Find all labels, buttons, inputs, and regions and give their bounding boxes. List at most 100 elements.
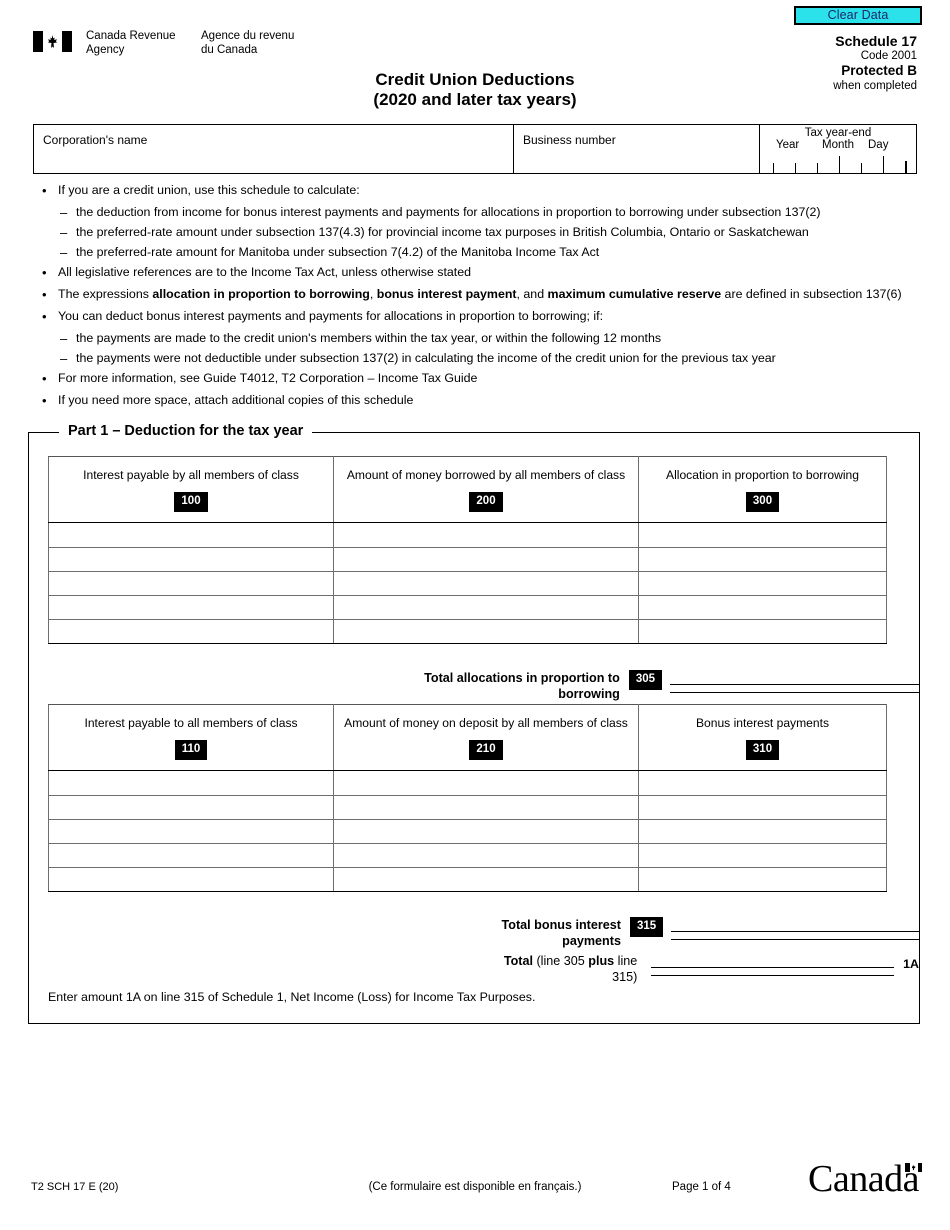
bonus-interest-table-body xyxy=(48,770,887,892)
instruction-subitem: – the payments were not deductible under … xyxy=(60,351,922,366)
grand-total-input[interactable] xyxy=(651,967,895,976)
table-cell-input[interactable] xyxy=(333,867,639,892)
table-cell-input[interactable] xyxy=(48,867,334,892)
instruction-subitem: – the payments are made to the credit uni… xyxy=(60,331,922,346)
grand-total-line: Total (line 305 plus line 315) 1A xyxy=(481,953,919,985)
instruction-text: the payments were not deductible under s… xyxy=(76,351,776,365)
table-cell-input[interactable] xyxy=(333,770,639,796)
table-cell-input[interactable] xyxy=(333,595,639,620)
table-cell-input[interactable] xyxy=(333,843,639,868)
table-cell-input[interactable] xyxy=(638,619,887,644)
column-label: Interest payable to all members of class xyxy=(84,715,298,730)
schedule-number: Schedule 17 xyxy=(835,33,917,49)
title-line-1: Credit Union Deductions xyxy=(375,70,575,89)
table-cell-input[interactable] xyxy=(48,571,334,596)
footer-page-number: Page 1 of 4 xyxy=(672,1181,731,1193)
table-row xyxy=(48,522,887,548)
table-row xyxy=(48,547,887,572)
field-code-badge: 100 xyxy=(174,491,208,512)
column-label: Amount of money borrowed by all members … xyxy=(346,467,626,482)
table-cell-input[interactable] xyxy=(638,843,887,868)
date-tick xyxy=(795,163,796,173)
table-cell-input[interactable] xyxy=(333,819,639,844)
table-cell-input[interactable] xyxy=(638,571,887,596)
part-1-legend: Part 1 – Deduction for the tax year xyxy=(59,422,313,440)
table-cell-input[interactable] xyxy=(638,770,887,796)
bullet-marker-icon: • xyxy=(42,183,47,198)
title-line-2: (2020 and later tax years) xyxy=(373,90,577,109)
dash-marker-icon: – xyxy=(60,205,68,220)
instruction-subitem: – the preferred-rate amount under subsect… xyxy=(60,225,922,240)
dash-marker-icon: – xyxy=(60,351,68,366)
instruction-text: The expressions allocation in proportion… xyxy=(58,287,902,301)
grand-total-rest: (line 305 xyxy=(532,954,589,968)
dash-marker-icon: – xyxy=(60,225,68,240)
instructions-list: • If you are a credit union, use this sch… xyxy=(42,183,922,415)
table-row xyxy=(48,795,887,820)
field-code-badge: 310 xyxy=(745,739,780,760)
column-header-200: Amount of money borrowed by all members … xyxy=(333,456,639,523)
field-code-badge: 210 xyxy=(469,739,503,760)
instruction-item: • For more information, see Guide T4012, … xyxy=(42,371,922,386)
column-label: Bonus interest payments xyxy=(695,715,830,730)
field-code-badge: 300 xyxy=(745,491,780,512)
table-cell-input[interactable] xyxy=(48,547,334,572)
tax-year-end-label: Tax year-end xyxy=(804,127,872,139)
table-cell-input[interactable] xyxy=(638,867,887,892)
table-row xyxy=(48,595,887,620)
bullet-marker-icon: • xyxy=(42,309,47,324)
instruction-item: • If you are a credit union, use this sch… xyxy=(42,183,922,198)
table-cell-input[interactable] xyxy=(48,595,334,620)
page-title: Credit Union Deductions (2020 and later … xyxy=(0,70,950,110)
table-cell-input[interactable] xyxy=(333,795,639,820)
field-code-badge: 200 xyxy=(469,491,503,512)
date-group-tick xyxy=(883,156,884,173)
form-code: Code 2001 xyxy=(860,50,917,62)
column-label: Amount of money on deposit by all member… xyxy=(344,715,628,730)
field-code-badge: 110 xyxy=(174,739,208,760)
table-cell-input[interactable] xyxy=(48,770,334,796)
table-cell-input[interactable] xyxy=(48,843,334,868)
business-number-field[interactable]: Business number xyxy=(514,125,760,173)
corporation-name-label: Corporation's name xyxy=(43,133,148,147)
table-cell-input[interactable] xyxy=(48,522,334,548)
total-allocations-input[interactable] xyxy=(669,684,919,693)
corporation-name-field[interactable]: Corporation's name xyxy=(34,125,514,173)
table-cell-input[interactable] xyxy=(638,795,887,820)
total-bonus-label: Total bonus interest payments xyxy=(501,918,621,948)
table-cell-input[interactable] xyxy=(48,619,334,644)
table-cell-input[interactable] xyxy=(638,522,887,548)
instruction-text: the payments are made to the credit unio… xyxy=(76,331,662,345)
table-cell-input[interactable] xyxy=(333,619,639,644)
column-header-100: Interest payable by all members of class… xyxy=(48,456,334,523)
table-cell-input[interactable] xyxy=(48,819,334,844)
table-cell-input[interactable] xyxy=(333,547,639,572)
table-cell-input[interactable] xyxy=(638,595,887,620)
allocations-table-body xyxy=(48,522,887,644)
grand-total-rest2: line 315) xyxy=(612,954,638,984)
column-header-210: Amount of money on deposit by all member… xyxy=(333,704,639,771)
instruction-text: You can deduct bonus interest payments a… xyxy=(58,309,604,323)
table-cell-input[interactable] xyxy=(333,571,639,596)
table-cell-input[interactable] xyxy=(333,522,639,548)
instruction-text: the preferred-rate amount for Manitoba u… xyxy=(76,245,600,259)
total-bonus-input[interactable] xyxy=(670,931,919,940)
bullet-marker-icon: • xyxy=(42,393,47,408)
identification-table: Corporation's name Business number Tax y… xyxy=(33,124,917,174)
instruction-text: If you need more space, attach additiona… xyxy=(58,393,414,407)
grand-total-tag: 1A xyxy=(903,957,919,971)
table-cell-input[interactable] xyxy=(638,547,887,572)
table-cell-input[interactable] xyxy=(638,819,887,844)
bullet-marker-icon: • xyxy=(42,371,47,386)
clear-data-button[interactable]: Clear Data xyxy=(794,6,922,25)
table-cell-input[interactable] xyxy=(48,795,334,820)
grand-total-label: Total (line 305 plus line 315) xyxy=(481,953,637,985)
canada-wordmark: Canada xyxy=(808,1160,922,1198)
date-tick xyxy=(817,163,818,173)
tax-year-end-field[interactable]: Tax year-end Year Month Day xyxy=(760,125,916,173)
instruction-text: If you are a credit union, use this sche… xyxy=(58,183,360,197)
instruction-item: • You can deduct bonus interest payments … xyxy=(42,309,922,324)
instruction-item: • All legislative references are to the I… xyxy=(42,265,922,280)
canada-wordmark-text: Canad xyxy=(808,1158,903,1200)
instruction-text: the preferred-rate amount under subsecti… xyxy=(76,225,809,239)
